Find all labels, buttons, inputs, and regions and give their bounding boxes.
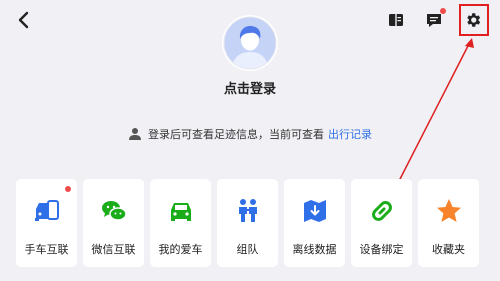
feature-grid: 手车互联 微信互联 我的爱车 组队 离线数据 设备绑定 收藏夹 (16, 179, 479, 267)
tile-my-car[interactable]: 我的爱车 (150, 179, 211, 267)
tile-team[interactable]: 组队 (217, 179, 278, 267)
tile-label: 我的爱车 (158, 243, 203, 256)
tile-label: 设备绑定 (359, 243, 404, 256)
tile-device-binding[interactable]: 设备绑定 (351, 179, 412, 267)
user-avatar-icon (223, 16, 277, 70)
login-label[interactable]: 点击登录 (0, 78, 500, 97)
avatar[interactable] (222, 15, 278, 71)
tile-label: 离线数据 (292, 243, 337, 256)
tile-label: 收藏夹 (432, 243, 465, 256)
person-icon (129, 128, 141, 140)
notice-text: 登录后可查看足迹信息，当前可查看 (148, 128, 324, 141)
team-icon (238, 199, 257, 222)
tile-offline-data[interactable]: 离线数据 (284, 179, 345, 267)
tile-favorites[interactable]: 收藏夹 (418, 179, 479, 267)
offline-map-icon (303, 200, 326, 222)
star-icon (436, 199, 461, 222)
car-icon (170, 203, 191, 221)
trip-record-link[interactable]: 出行记录 (328, 126, 372, 142)
car-phone-icon (34, 200, 59, 221)
tile-label: 组队 (236, 243, 259, 256)
tile-label: 手车互联 (24, 243, 69, 256)
tile-label: 微信互联 (91, 243, 136, 256)
tile-car-phone[interactable]: 手车互联 (16, 179, 77, 267)
wechat-icon (101, 201, 127, 221)
footprint-notice: 登录后可查看足迹信息，当前可查看 出行记录 (0, 126, 500, 142)
tile-badge (65, 186, 71, 192)
tile-wechat[interactable]: 微信互联 (83, 179, 144, 267)
link-icon (371, 201, 392, 221)
